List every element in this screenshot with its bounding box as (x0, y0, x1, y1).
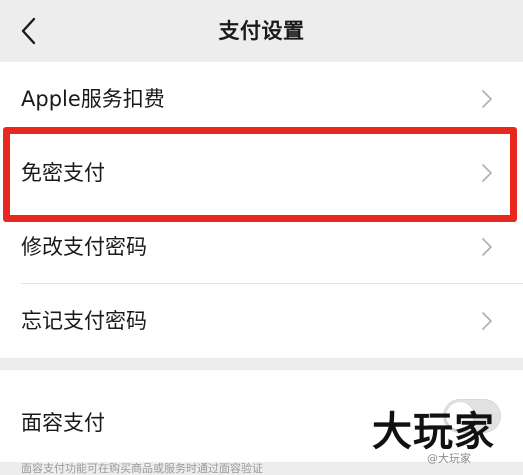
chevron-right-icon (482, 90, 492, 108)
chevron-right-icon (482, 312, 492, 330)
highlight-box (3, 127, 517, 222)
row-label: 修改支付密码 (21, 235, 147, 259)
row-label: 忘记支付密码 (21, 309, 147, 333)
footer-note: 面容支付功能可在购买商品或服务时通过面容验证 (21, 462, 263, 475)
group-separator (0, 358, 523, 370)
row-forgot-payment-password[interactable]: 忘记支付密码 (0, 284, 523, 358)
row-label: Apple服务扣费 (21, 87, 165, 111)
navigation-bar: 支付设置 (0, 0, 523, 62)
row-label: 面容支付 (21, 411, 105, 435)
page-title: 支付设置 (218, 19, 305, 43)
watermark-handle: @大玩家 (427, 452, 471, 465)
row-apple-service-billing[interactable]: Apple服务扣费 (0, 62, 523, 136)
watermark-logo: 大玩家 (372, 408, 495, 455)
chevron-right-icon (482, 238, 492, 256)
